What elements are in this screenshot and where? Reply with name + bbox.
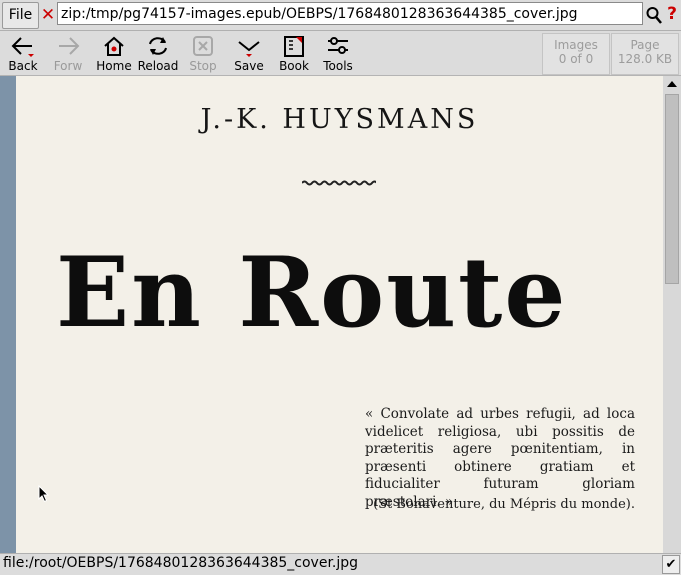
- reload-label: Reload: [137, 59, 179, 73]
- tools-label: Tools: [323, 59, 353, 73]
- forward-button[interactable]: Forw: [48, 31, 88, 75]
- stop-label: Stop: [189, 59, 217, 73]
- tools-icon: [328, 37, 348, 54]
- vertical-scrollbar[interactable]: [663, 76, 681, 553]
- forward-arrow-icon: [59, 37, 80, 55]
- images-label: Images: [554, 38, 598, 52]
- scroll-up-arrow-icon[interactable]: [663, 76, 681, 92]
- page-size-label: Page: [630, 38, 660, 52]
- reload-button[interactable]: Reload: [136, 31, 180, 75]
- cover-attribution: (St Bonaventure, du Mépris du monde).: [373, 497, 635, 512]
- checkmark-icon[interactable]: ✔: [662, 555, 680, 574]
- cover-image: J.-K. HUYSMANS En Route « Convolate ad u…: [16, 76, 663, 553]
- help-icon[interactable]: ?: [664, 3, 680, 25]
- home-label: Home: [96, 59, 132, 73]
- toolbar: Back Forw Home Reload Stop Save Book Too…: [0, 31, 681, 76]
- back-arrow-icon: [11, 37, 34, 57]
- page-size-value: 128.0 KB: [617, 52, 673, 66]
- clear-url-icon[interactable]: ✕: [40, 6, 56, 24]
- mouse-pointer-icon: [38, 485, 50, 503]
- home-button[interactable]: Home: [93, 31, 135, 75]
- cover-author: J.-K. HUYSMANS: [200, 104, 479, 135]
- search-icon[interactable]: [646, 5, 662, 25]
- images-value: 0 of 0: [558, 52, 594, 66]
- status-text: file:/root/OEBPS/1768480128363644385_cov…: [3, 555, 359, 571]
- book-label: Book: [279, 59, 309, 73]
- back-button[interactable]: Back: [3, 31, 43, 75]
- forward-label: Forw: [53, 59, 83, 73]
- images-info[interactable]: Images 0 of 0: [542, 33, 610, 75]
- file-menu-button[interactable]: File: [2, 2, 39, 29]
- save-icon: [238, 41, 260, 57]
- status-bar: file:/root/OEBPS/1768480128363644385_cov…: [0, 553, 681, 575]
- save-button[interactable]: Save: [228, 31, 270, 75]
- bookmark-icon: [284, 36, 304, 57]
- url-input[interactable]: [57, 2, 643, 25]
- content-area[interactable]: J.-K. HUYSMANS En Route « Convolate ad u…: [0, 76, 663, 553]
- stop-icon: [193, 36, 213, 56]
- scrollbar-thumb[interactable]: [665, 94, 679, 284]
- back-label: Back: [8, 59, 38, 73]
- cover-epigraph: « Convolate ad urbes refugii, ad loca vi…: [365, 406, 635, 510]
- address-bar: File ✕ ?: [0, 0, 681, 31]
- home-icon: [104, 36, 124, 56]
- reload-icon: [149, 37, 167, 55]
- book-button[interactable]: Book: [273, 31, 315, 75]
- ornament-squiggle: [302, 180, 376, 186]
- save-label: Save: [234, 59, 264, 73]
- stop-button[interactable]: Stop: [183, 31, 223, 75]
- cover-title: En Route: [56, 236, 568, 349]
- page-info[interactable]: Page 128.0 KB: [611, 33, 679, 75]
- tools-button[interactable]: Tools: [318, 31, 358, 75]
